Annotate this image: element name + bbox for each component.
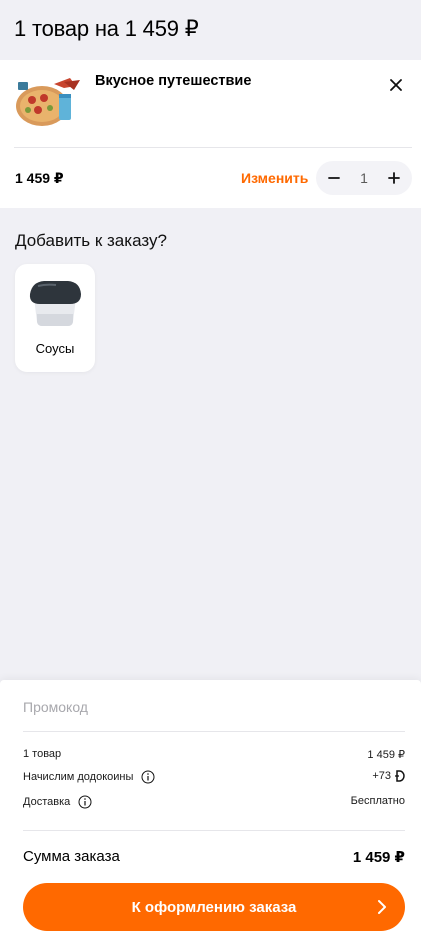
checkout-button[interactable]: К оформлению заказа — [23, 883, 405, 931]
summary-row-label: Начислим додокоины — [23, 771, 134, 783]
info-icon[interactable] — [141, 770, 155, 784]
info-icon[interactable] — [78, 795, 92, 809]
sauce-image — [26, 276, 84, 328]
close-icon — [390, 79, 402, 91]
order-total-label: Сумма заказа — [23, 848, 120, 865]
summary-row-delivery: Доставка Бесплатно — [23, 795, 405, 811]
remove-item-button[interactable] — [384, 74, 408, 96]
increase-quantity-button[interactable] — [378, 161, 410, 195]
summary-row-value: Бесплатно — [350, 795, 405, 807]
upsell-title: Добавить к заказу? — [15, 231, 167, 250]
decrease-quantity-button[interactable] — [318, 161, 350, 195]
checkout-button-label: К оформлению заказа — [131, 898, 297, 916]
summary-row-value: 1 459 ₽ — [367, 749, 405, 761]
quantity-stepper: 1 — [316, 161, 412, 195]
summary-row-items: 1 товар 1 459 ₽ — [23, 748, 405, 764]
summary-row-label: 1 товар — [23, 748, 62, 760]
divider — [23, 731, 405, 732]
coin-icon — [394, 770, 405, 782]
divider — [14, 147, 412, 148]
summary-row-label: Доставка — [23, 796, 71, 808]
page-header: 1 товар на 1 459 ₽ — [0, 0, 421, 60]
order-total-value: 1 459 ₽ — [352, 849, 405, 866]
summary-row-dodocoins: Начислим додокоины +73 — [23, 770, 405, 786]
upsell-item-sauces[interactable]: Соусы — [15, 264, 95, 372]
plus-icon — [388, 172, 400, 184]
product-image — [14, 76, 82, 130]
summary-row-value: +73 — [372, 770, 391, 782]
quantity-value: 1 — [360, 170, 368, 186]
product-name: Вкусное путешествие — [95, 73, 252, 89]
chevron-right-icon — [373, 898, 391, 916]
edit-item-link[interactable]: Изменить — [241, 170, 308, 186]
promo-code-input[interactable] — [23, 693, 405, 721]
minus-icon — [328, 172, 340, 184]
item-price: 1 459 ₽ — [15, 170, 64, 186]
page-title: 1 товар на 1 459 ₽ — [14, 16, 199, 41]
upsell-item-label: Соусы — [35, 341, 75, 356]
divider — [23, 830, 405, 831]
